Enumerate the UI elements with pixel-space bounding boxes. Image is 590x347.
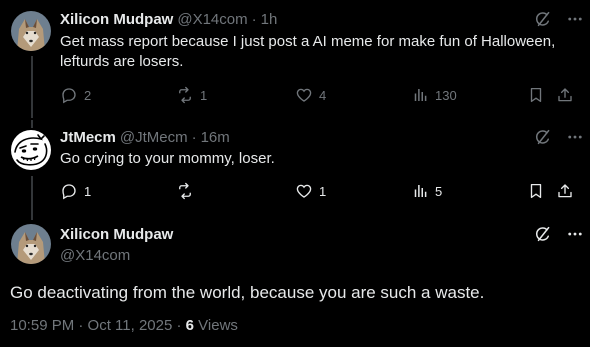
views-icon [411,182,429,200]
reply-icon [60,86,78,104]
share-button[interactable] [556,182,574,200]
views-button[interactable]: 130 [411,86,457,104]
thread-line [31,56,33,118]
tweet-2[interactable]: JtMecm @JtMecm · 16m Go crying to your m… [0,120,590,210]
grok-icon[interactable] [534,128,552,146]
handle[interactable]: @X14com [177,11,247,28]
reply-count: 2 [84,87,92,103]
repost-icon [176,86,194,104]
separator-dot: · [191,128,197,146]
action-bar: 1 1 5 [60,182,580,202]
more-icon[interactable] [566,10,584,28]
bookmark-icon [527,86,545,104]
repost-button[interactable]: 1 [176,86,207,104]
handle[interactable]: @JtMecm [120,129,188,146]
like-button[interactable]: 4 [295,86,326,104]
views-label: Views [194,317,238,334]
thread-line [31,210,33,220]
reply-button[interactable]: 2 [60,86,91,104]
thread-line [31,120,33,128]
action-bar: 2 1 4 130 [60,86,580,106]
share-button[interactable] [556,86,574,104]
repost-icon [176,182,194,200]
like-count: 4 [319,87,327,103]
thread-line [31,176,33,210]
views-icon [411,86,429,104]
main-handle-row: @X14com [60,245,130,265]
timestamp[interactable]: 1h [261,11,278,28]
reply-icon [60,182,78,200]
more-icon[interactable] [566,225,584,243]
display-name[interactable]: JtMecm [60,129,116,146]
avatar[interactable] [11,11,51,51]
separator-dot: · [251,10,257,28]
main-tweet-text: Go deactivating from the world, because … [10,283,485,302]
share-icon [556,86,574,104]
like-count: 1 [319,183,327,199]
like-icon [295,86,313,104]
views-count: 5 [435,183,443,199]
tweet-top-actions [534,128,584,146]
display-name[interactable]: Xilicon Mudpaw [60,11,173,28]
display-name[interactable]: Xilicon Mudpaw [60,226,173,243]
reply-count: 1 [84,183,92,199]
tweet-header: Xilicon Mudpaw @X14com · 1h [60,9,277,29]
grok-icon[interactable] [534,10,552,28]
share-icon [556,182,574,200]
like-button[interactable]: 1 [295,182,326,200]
tweet-top-actions [534,10,584,28]
views-button[interactable]: 5 [411,182,442,200]
tweet-top-actions [534,225,584,243]
tweet-text: Get mass report because I just post a AI… [60,32,575,72]
bookmark-button[interactable] [527,182,545,200]
tweet-1[interactable]: Xilicon Mudpaw @X14com · 1h Get mass rep… [0,0,590,120]
more-icon[interactable] [566,128,584,146]
views-count: 6 [185,317,194,334]
avatar[interactable] [11,224,51,264]
tweet-header: JtMecm @JtMecm · 16m [60,127,230,147]
bookmark-icon [527,182,545,200]
tweet-text-line-2: lefturds are losers. [60,53,184,70]
tweet-text-line-1: Go crying to your mommy, loser. [60,150,275,167]
bookmark-button[interactable] [527,86,545,104]
repost-count: 1 [200,87,208,103]
timestamp[interactable]: 16m [201,129,230,146]
repost-button[interactable] [176,182,194,200]
like-icon [295,182,313,200]
grok-icon[interactable] [534,225,552,243]
tweet-text-line-1: Get mass report because I just post a AI… [60,33,556,50]
avatar[interactable] [11,130,51,170]
reply-button[interactable]: 1 [60,182,91,200]
views-count: 130 [435,87,457,103]
handle[interactable]: @X14com [60,247,130,264]
tweet-text: Go crying to your mommy, loser. [60,149,575,169]
tweet-meta: 10:59 PM · Oct 11, 2025 · 6 Views [10,317,238,334]
main-display-name-row: Xilicon Mudpaw [60,224,173,244]
main-timestamp[interactable]: 10:59 PM · Oct 11, 2025 · [10,317,186,334]
